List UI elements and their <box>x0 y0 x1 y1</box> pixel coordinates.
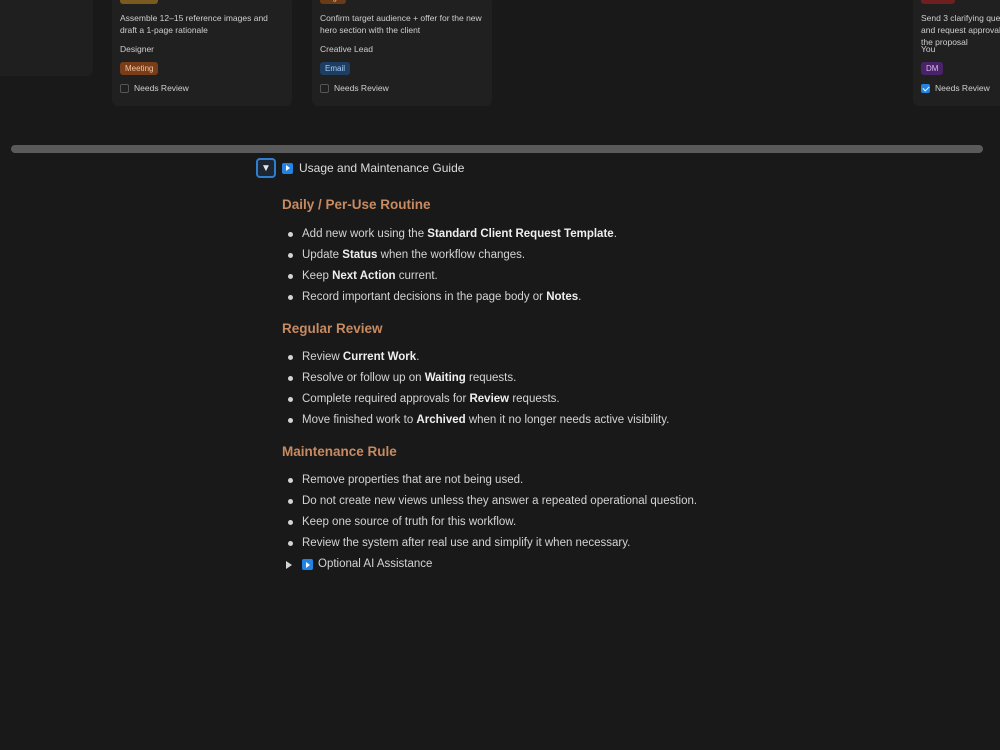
priority-badge: Medium <box>120 0 159 4</box>
needs-review-label: Needs Review <box>134 83 189 93</box>
optional-ai-label: Optional AI Assistance <box>318 558 433 570</box>
list-item: Complete required approvals for Review r… <box>282 389 882 410</box>
board-card-partial[interactable] <box>0 0 93 76</box>
list-item: Update Status when the workflow changes. <box>282 245 882 266</box>
toggle-triangle-icon[interactable] <box>286 560 292 569</box>
guide-content: Daily / Per-Use Routine Add new work usin… <box>282 195 882 575</box>
checkbox-icon[interactable] <box>320 83 329 93</box>
list-item: Do not create new views unless they answ… <box>282 491 882 512</box>
channel-tag: Meeting <box>120 62 159 75</box>
priority-badge: Critical <box>921 0 956 4</box>
list-item: Resolve or follow up on Waiting requests… <box>282 368 882 389</box>
list-item: Remove properties that are not being use… <box>282 470 882 491</box>
task-card[interactable]: Critical Send 3 clarifying questions and… <box>913 0 1000 106</box>
play-icon <box>302 559 313 570</box>
task-owner: You <box>921 44 936 54</box>
checkbox-icon[interactable] <box>120 83 129 93</box>
section-heading: Maintenance Rule <box>282 444 397 459</box>
guide-section: Daily / Per-Use Routine Add new work usin… <box>282 195 882 308</box>
checkbox-icon[interactable] <box>921 83 930 93</box>
task-owner: Designer <box>120 44 155 54</box>
task-description: Assemble 12–15 reference images and draf… <box>120 13 268 35</box>
task-description: Confirm target audience + offer for the … <box>320 13 482 35</box>
guide-section: Regular Review Review Current Work. Resolv… <box>282 319 882 431</box>
play-icon <box>282 162 293 174</box>
bullet-list: Review Current Work. Resolve or follow up… <box>282 347 882 431</box>
needs-review-label: Needs Review <box>334 83 389 93</box>
guide-title: Usage and Maintenance Guide <box>299 161 465 175</box>
needs-review-label: Needs Review <box>935 83 990 93</box>
section-heading: Regular Review <box>282 321 383 336</box>
needs-review-property[interactable]: Needs Review <box>120 83 189 93</box>
section-heading: Daily / Per-Use Routine <box>282 197 431 212</box>
task-owner: Creative Lead <box>320 44 373 54</box>
list-item: Record important decisions in the page b… <box>282 287 882 308</box>
list-item: Move finished work to Archived when it n… <box>282 410 882 431</box>
needs-review-property[interactable]: Needs Review <box>921 83 990 93</box>
bullet-list: Add new work using the Standard Client R… <box>282 224 882 308</box>
task-description: Send 3 clarifying questions and request … <box>921 13 1000 47</box>
channel-tag: Email <box>320 62 351 75</box>
guide-toggle[interactable]: ▼ Usage and Maintenance Guide <box>256 158 464 178</box>
list-item: Add new work using the Standard Client R… <box>282 224 882 245</box>
task-card[interactable]: High Confirm target audience + offer for… <box>312 0 492 106</box>
guide-section: Maintenance Rule Remove properties that a… <box>282 442 882 554</box>
list-item: Review Current Work. <box>282 347 882 368</box>
optional-ai-toggle[interactable]: Optional AI Assistance <box>282 554 882 575</box>
horizontal-scrollbar[interactable] <box>11 145 983 153</box>
priority-badge: High <box>320 0 347 4</box>
needs-review-property[interactable]: Needs Review <box>320 83 389 93</box>
list-item: Keep one source of truth for this workfl… <box>282 512 882 533</box>
task-card[interactable]: Medium Assemble 12–15 reference images a… <box>112 0 292 106</box>
channel-tag: DM <box>921 62 944 75</box>
bullet-list: Remove properties that are not being use… <box>282 470 882 554</box>
list-item: Review the system after real use and sim… <box>282 533 882 554</box>
list-item: Keep Next Action current. <box>282 266 882 287</box>
toggle-collapse-button[interactable]: ▼ <box>256 158 276 178</box>
